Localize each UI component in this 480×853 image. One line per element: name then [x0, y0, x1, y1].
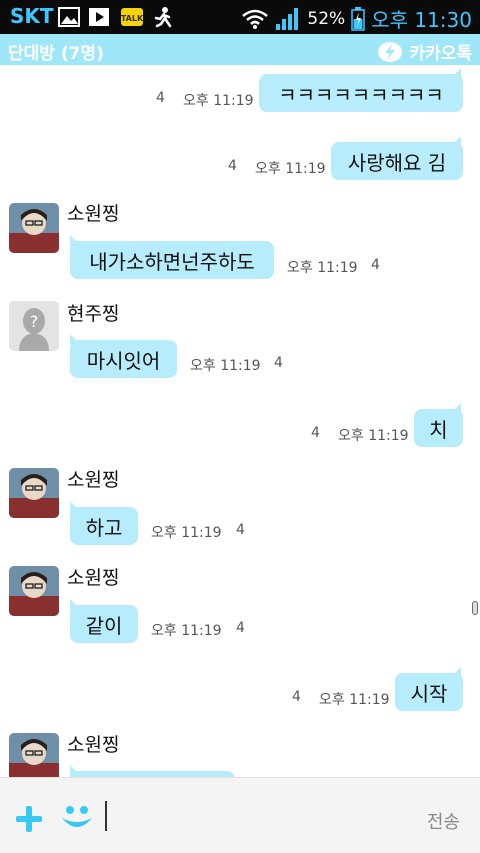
sender-name: 소원찡	[67, 469, 120, 491]
wifi-icon	[242, 9, 269, 29]
chat-messages[interactable]: 4 오후 11:19 ㅋㅋㅋㅋㅋㅋㅋㅋㅋ 4 오후 11:19 사랑해요 김 소…	[0, 65, 480, 777]
message-time: 오후 11:19	[190, 358, 261, 374]
sender-name: 소원찡	[67, 203, 120, 225]
bubble-tail	[451, 68, 461, 78]
bubble-tail	[70, 599, 80, 609]
kakaotalk-brand: 카카오톡	[377, 39, 472, 64]
chat-title-bar: 단대방 (7명) 카카오톡	[0, 34, 480, 65]
bubble-tail	[70, 235, 80, 245]
svg-text:?: ?	[30, 312, 39, 331]
avatar[interactable]	[9, 468, 59, 518]
bubble-tail	[70, 765, 80, 775]
play-icon	[89, 8, 109, 26]
avatar[interactable]	[9, 733, 59, 777]
message-time: 오후 11:19	[183, 93, 254, 109]
message-bubble[interactable]: 시작	[395, 673, 463, 711]
avatar[interactable]: ?	[9, 301, 59, 351]
bubble-tail	[451, 667, 461, 677]
sender-name: 현주찡	[67, 303, 120, 325]
plus-icon[interactable]	[14, 804, 44, 834]
message-time: 오후 11:19	[287, 260, 358, 276]
brand-label: 카카오톡	[409, 44, 472, 64]
runner-icon	[154, 7, 172, 28]
message-time: 오후 11:19	[319, 692, 390, 708]
sender-name: 소원찡	[67, 734, 120, 756]
unread-count: 4	[311, 425, 320, 441]
status-right: 52% 오후 11:30	[241, 4, 472, 33]
bubble-tail	[451, 403, 461, 413]
svg-text:TALK: TALK	[121, 14, 144, 23]
avatar[interactable]	[9, 203, 59, 253]
battery-percent: 52%	[307, 8, 346, 29]
message-time: 오후 11:19	[338, 428, 409, 444]
battery-icon	[351, 6, 365, 31]
carrier-label: SKT	[10, 4, 54, 28]
message-bubble[interactable]: 마시잇어	[70, 340, 177, 378]
bubble-tail	[70, 501, 80, 511]
unread-count: 4	[236, 620, 245, 636]
message-bubble[interactable]: 같이	[70, 605, 138, 643]
kakaotalk-icon: TALK	[121, 8, 144, 26]
status-bar: SKT TALK 52% 오후 11:30	[0, 0, 480, 34]
send-button[interactable]: 전송	[427, 808, 460, 834]
text-cursor	[105, 801, 107, 831]
message-time: 오후 11:19	[255, 161, 326, 177]
message-time: 오후 11:19	[151, 623, 222, 639]
bubble-tail	[70, 334, 80, 344]
message-bubble[interactable]: 하고	[70, 507, 138, 545]
unread-count: 4	[236, 522, 245, 538]
unread-count: 4	[156, 90, 165, 106]
clock: 오후 11:30	[371, 8, 472, 32]
chat-room-title[interactable]: 단대방 (7명)	[8, 39, 104, 64]
message-time: 오후 11:19	[151, 525, 222, 541]
message-bubble[interactable]: 사랑해요 김	[331, 142, 463, 180]
unread-count: 4	[274, 355, 283, 371]
image-icon	[58, 7, 80, 27]
message-bubble[interactable]: ㅋㅋㅋㅋㅋㅋㅋㅋㅋ	[259, 74, 463, 112]
scrollbar-handle[interactable]	[472, 601, 478, 615]
sender-name: 소원찡	[67, 567, 120, 589]
avatar[interactable]	[9, 566, 59, 616]
message-input-bar: 전송	[0, 777, 480, 853]
bubble-tail	[451, 136, 461, 146]
kakaotalk-bolt-icon	[378, 41, 403, 62]
unread-count: 4	[228, 158, 237, 174]
message-bubble[interactable]: 치	[414, 409, 463, 447]
unread-count: 4	[371, 257, 380, 273]
signal-icon	[276, 7, 299, 30]
emoticon-icon[interactable]	[60, 802, 94, 834]
message-bubble[interactable]: 내가소하면넌주하도	[70, 241, 274, 279]
message-input[interactable]	[108, 800, 398, 832]
unread-count: 4	[292, 689, 301, 705]
